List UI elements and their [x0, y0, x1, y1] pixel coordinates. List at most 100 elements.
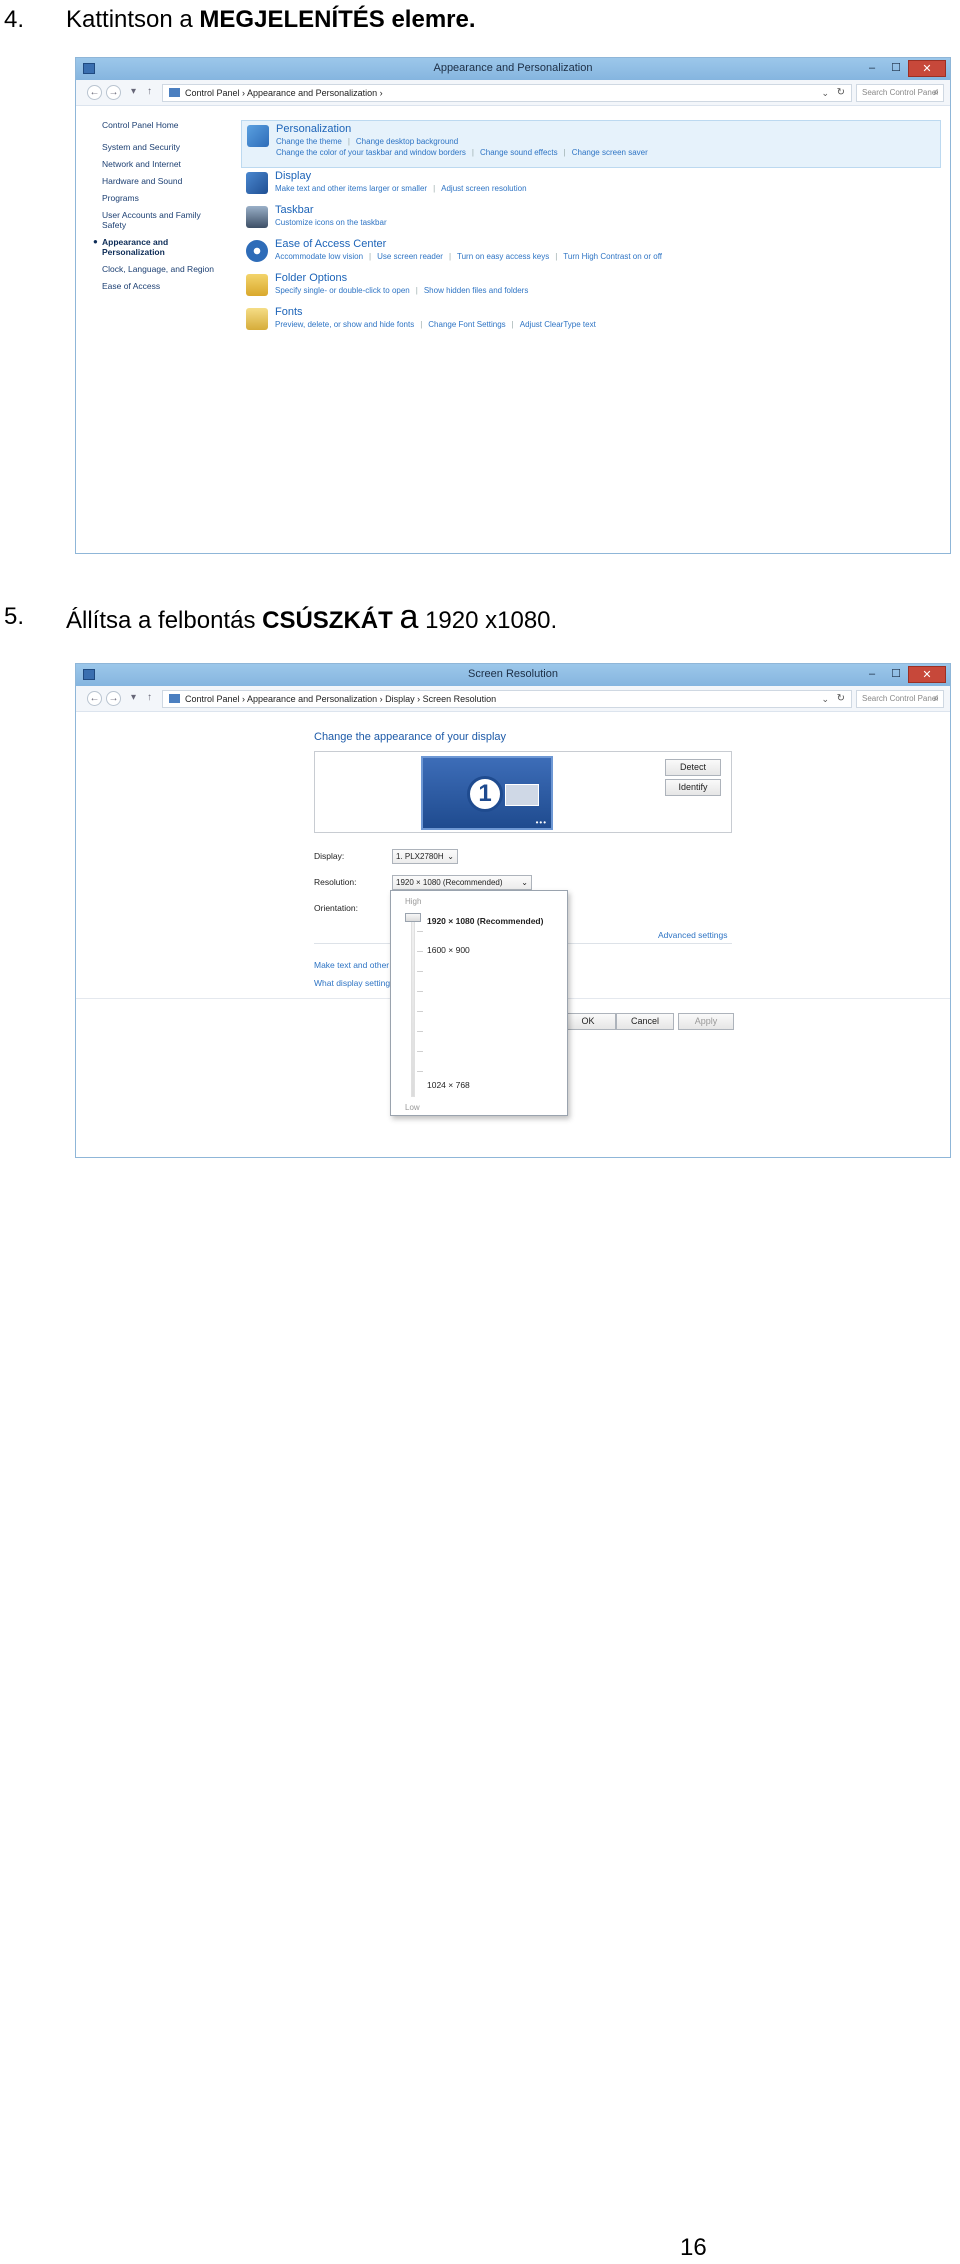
resolution-dropdown-popup: High 1920 × 1080 (Recommended) 1600 × 90… [390, 890, 568, 1116]
link-high-contrast[interactable]: Turn High Contrast on or off [563, 252, 662, 261]
link-desktop-background[interactable]: Change desktop background [356, 137, 458, 146]
up-arrow-icon[interactable]: ↑ [142, 691, 157, 706]
maximize-button[interactable]: ☐ [884, 666, 908, 683]
forward-arrow-icon[interactable]: → [106, 691, 121, 706]
sidebar-item-control-panel-home[interactable]: Control Panel Home [102, 120, 232, 130]
resolution-slider-thumb[interactable] [405, 913, 421, 922]
sidebar-item-label: Appearance and Personalization [102, 237, 169, 257]
fonts-icon [246, 308, 268, 330]
category-folder-options[interactable]: Folder Options Specify single- or double… [241, 270, 941, 304]
refresh-icon[interactable]: ↻ [837, 691, 845, 707]
apply-button[interactable]: Apply [678, 1013, 734, 1030]
refresh-icon[interactable]: ↻ [837, 85, 845, 101]
display-settings-link[interactable]: What display setting [314, 978, 390, 988]
maximize-button[interactable]: ☐ [884, 60, 908, 77]
category-title[interactable]: Fonts [275, 304, 941, 319]
category-title[interactable]: Personalization [276, 121, 940, 136]
sidebar-item-clock-language[interactable]: Clock, Language, and Region [102, 264, 232, 274]
window-controls: – ☐ ✕ [860, 60, 946, 77]
link-customize-icons[interactable]: Customize icons on the taskbar [275, 218, 387, 227]
link-font-settings[interactable]: Change Font Settings [428, 320, 505, 329]
step-text-bold: MEGJELENÍTÉS elemre. [199, 6, 476, 33]
link-sound-effects[interactable]: Change sound effects [480, 148, 558, 157]
category-fonts[interactable]: Fonts Preview, delete, or show and hide … [241, 304, 941, 338]
step-number: 5. [4, 603, 25, 630]
up-arrow-icon[interactable]: ↑ [142, 85, 157, 100]
step-text-a: a [399, 598, 419, 636]
recent-chevron-icon[interactable]: ▾ [126, 85, 141, 100]
link-hidden-files[interactable]: Show hidden files and folders [424, 286, 529, 295]
category-display[interactable]: Display Make text and other items larger… [241, 168, 941, 202]
slider-tick [417, 1051, 423, 1052]
identify-button[interactable]: Identify [665, 779, 721, 796]
category-title[interactable]: Display [275, 168, 941, 183]
minimize-button[interactable]: – [860, 60, 884, 77]
category-taskbar[interactable]: Taskbar Customize icons on the taskbar [241, 202, 941, 236]
title-bar[interactable]: Appearance and Personalization – ☐ ✕ [76, 58, 950, 80]
close-button[interactable]: ✕ [908, 666, 946, 683]
forward-arrow-icon[interactable]: → [106, 85, 121, 100]
link-taskbar-color[interactable]: Change the color of your taskbar and win… [276, 148, 466, 157]
ease-of-access-icon [246, 240, 268, 262]
close-button[interactable]: ✕ [908, 60, 946, 77]
chevron-down-icon[interactable]: ⌄ [821, 85, 829, 101]
link-text-size[interactable]: Make text and other items larger or smal… [275, 184, 427, 193]
search-input[interactable]: Search Control Panel ⌕ [856, 84, 944, 102]
resolution-option[interactable]: 1024 × 768 [427, 1080, 470, 1090]
display-value: 1. PLX2780H [396, 852, 444, 861]
link-access-keys[interactable]: Turn on easy access keys [457, 252, 549, 261]
address-bar: ← → ▾ ↑ Control Panel › Appearance and P… [76, 686, 950, 712]
slider-tick [417, 1031, 423, 1032]
sidebar-item-hardware-sound[interactable]: Hardware and Sound [102, 176, 232, 186]
category-title[interactable]: Folder Options [275, 270, 941, 285]
category-links: Customize icons on the taskbar [275, 217, 941, 228]
slider-tick [417, 1011, 423, 1012]
category-title[interactable]: Ease of Access Center [275, 236, 941, 251]
link-screen-reader[interactable]: Use screen reader [377, 252, 443, 261]
category-title[interactable]: Taskbar [275, 202, 941, 217]
link-preview-fonts[interactable]: Preview, delete, or show and hide fonts [275, 320, 414, 329]
link-low-vision[interactable]: Accommodate low vision [275, 252, 363, 261]
display-preview: 1 ••• Detect Identify [314, 751, 732, 833]
step-number: 4. [4, 6, 25, 33]
minimize-button[interactable]: – [860, 666, 884, 683]
resolution-option[interactable]: 1600 × 900 [427, 945, 470, 955]
address-field[interactable]: Control Panel › Appearance and Personali… [162, 690, 852, 708]
category-links: Specify single- or double-click to open |… [275, 286, 529, 295]
link-screen-saver[interactable]: Change screen saver [572, 148, 648, 157]
link-single-double-click[interactable]: Specify single- or double-click to open [275, 286, 410, 295]
display-select[interactable]: 1. PLX2780H ⌄ [392, 849, 458, 864]
sidebar-item-programs[interactable]: Programs [102, 193, 232, 203]
ok-button[interactable]: OK [560, 1013, 616, 1030]
step-text-plain: Kattintson a [66, 6, 200, 33]
address-field[interactable]: Control Panel › Appearance and Personali… [162, 84, 852, 102]
link-cleartype[interactable]: Adjust ClearType text [520, 320, 596, 329]
title-bar[interactable]: Screen Resolution – ☐ ✕ [76, 664, 950, 686]
resolution-slider-track[interactable] [411, 917, 415, 1097]
back-arrow-icon[interactable]: ← [87, 85, 102, 100]
resolution-option-recommended[interactable]: 1920 × 1080 (Recommended) [427, 916, 543, 926]
link-adjust-resolution[interactable]: Adjust screen resolution [441, 184, 526, 193]
chevron-down-icon[interactable]: ⌄ [821, 691, 829, 707]
search-input[interactable]: Search Control Panel ⌕ [856, 690, 944, 708]
cancel-button[interactable]: Cancel [616, 1013, 674, 1030]
category-ease-of-access[interactable]: Ease of Access Center Accommodate low vi… [241, 236, 941, 270]
monitor-icon[interactable]: 1 ••• [421, 756, 553, 830]
sidebar-item-user-accounts[interactable]: User Accounts and Family Safety [102, 210, 212, 230]
category-personalization[interactable]: Personalization Change the theme | Change … [241, 120, 941, 168]
make-text-larger-link[interactable]: Make text and other [314, 960, 389, 970]
link-change-theme[interactable]: Change the theme [276, 137, 342, 146]
back-arrow-icon[interactable]: ← [87, 691, 102, 706]
detect-button[interactable]: Detect [665, 759, 721, 776]
display-icon [246, 172, 268, 194]
recent-chevron-icon[interactable]: ▾ [126, 691, 141, 706]
keyboard-grid-icon [505, 784, 539, 806]
category-links: Preview, delete, or show and hide fonts |… [275, 320, 596, 329]
sidebar-item-system-security[interactable]: System and Security [102, 142, 232, 152]
resolution-select[interactable]: 1920 × 1080 (Recommended) ⌄ [392, 875, 532, 890]
sidebar-item-ease-of-access[interactable]: Ease of Access [102, 281, 232, 291]
advanced-settings-link[interactable]: Advanced settings [658, 930, 727, 940]
sidebar-item-network[interactable]: Network and Internet [102, 159, 232, 169]
sidebar: Control Panel Home System and Security N… [93, 120, 232, 298]
page-number: 16 [680, 2234, 707, 2261]
